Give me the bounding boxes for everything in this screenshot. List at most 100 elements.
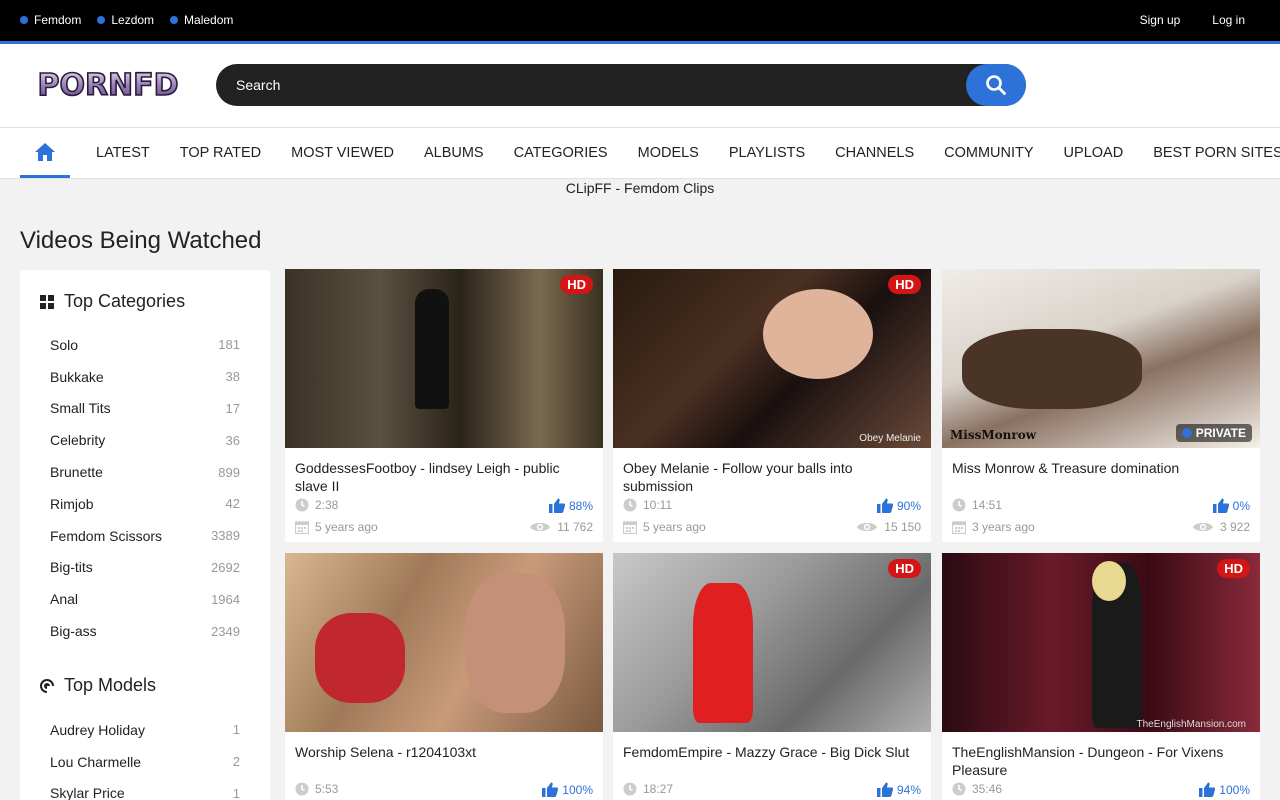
nav-most-viewed[interactable]: MOST VIEWED [276, 145, 409, 161]
video-thumbnail[interactable]: HD Obey Melanie [613, 269, 931, 448]
thumbs-up-icon [548, 498, 565, 513]
video-thumbnail[interactable]: HD TheEnglishMansion.com [942, 553, 1260, 732]
video-title[interactable]: FemdomEmpire - Mazzy Grace - Big Dick Sl… [623, 743, 913, 761]
nav-community[interactable]: COMMUNITY [929, 145, 1048, 161]
category-item[interactable]: Bukkake 38 [50, 361, 240, 393]
category-item[interactable]: Big-ass 2349 [50, 615, 240, 647]
thumbnail-figure [315, 613, 405, 703]
video-duration: 35:46 [952, 782, 1002, 796]
category-count: 181 [218, 337, 240, 353]
thumbs-up-icon [1212, 498, 1229, 513]
model-item[interactable]: Audrey Holiday 1 [50, 714, 240, 746]
video-title[interactable]: GoddessesFootboy - lindsey Leigh - publi… [295, 459, 585, 495]
video-thumbnail[interactable]: HD [613, 553, 931, 732]
login-link[interactable]: Log in [1212, 13, 1245, 27]
clock-icon [623, 498, 637, 512]
category-item[interactable]: Rimjob 42 [50, 488, 240, 520]
video-title[interactable]: TheEnglishMansion - Dungeon - For Vixens… [952, 743, 1242, 779]
category-count: 2692 [211, 559, 240, 575]
eye-icon [1192, 520, 1214, 534]
views-text: 15 150 [884, 520, 921, 534]
site-logo[interactable]: PORNFD [28, 66, 188, 102]
top-categories-heading: Top Categories [40, 291, 185, 312]
video-rating: 88% [548, 498, 593, 513]
video-card[interactable]: MissMonrow PRIVATE Miss Monrow & Treasur… [942, 269, 1260, 542]
nav-channels[interactable]: CHANNELS [820, 145, 929, 161]
age-text: 5 years ago [315, 520, 378, 534]
category-item[interactable]: Anal 1964 [50, 583, 240, 615]
video-title[interactable]: Obey Melanie - Follow your balls into su… [623, 459, 913, 495]
model-name: Skylar Price [50, 785, 125, 800]
duration-text: 10:11 [643, 498, 673, 512]
category-count: 42 [225, 496, 240, 512]
thumbnail-watermark: TheEnglishMansion.com [1136, 719, 1247, 730]
age-text: 5 years ago [643, 520, 706, 534]
video-card[interactable]: HD FemdomEmpire - Mazzy Grace - Big Dick… [613, 553, 931, 800]
video-thumbnail[interactable]: MissMonrow PRIVATE [942, 269, 1260, 448]
category-count: 1964 [211, 591, 240, 607]
dot-icon [97, 16, 106, 24]
video-thumbnail[interactable] [285, 553, 603, 732]
category-name: Brunette [50, 464, 103, 481]
nav-home[interactable] [20, 128, 70, 178]
thumbnail-figure [465, 573, 565, 713]
nav-playlists[interactable]: PLAYLISTS [714, 145, 820, 161]
niche-label: Maledom [184, 13, 234, 27]
clock-icon [295, 498, 309, 512]
video-card[interactable]: HD GoddessesFootboy - lindsey Leigh - pu… [285, 269, 603, 542]
search-input[interactable] [216, 64, 966, 106]
hd-badge: HD [560, 275, 593, 294]
niche-link-femdom[interactable]: Femdom [20, 13, 81, 27]
nav-best-porn-sites[interactable]: BEST PORN SITES [1138, 145, 1280, 161]
niche-label: Femdom [34, 13, 82, 27]
nav-upload[interactable]: UPLOAD [1049, 145, 1139, 161]
video-age: 5 years ago [295, 520, 378, 534]
nav-categories[interactable]: CATEGORIES [499, 145, 623, 161]
category-item[interactable]: Big-tits 2692 [50, 552, 240, 584]
eye-icon [856, 520, 878, 534]
category-item[interactable]: Celebrity 36 [50, 424, 240, 456]
hd-badge: HD [888, 559, 921, 578]
signup-link[interactable]: Sign up [1140, 13, 1181, 27]
thumbnail-figure [1092, 561, 1126, 601]
category-name: Small Tits [50, 400, 111, 417]
thumbnail-figure [415, 289, 449, 409]
nav-top-rated[interactable]: TOP RATED [165, 145, 276, 161]
calendar-icon [952, 520, 966, 534]
thumbs-up-icon [876, 782, 893, 797]
hd-badge: HD [1217, 559, 1250, 578]
nav-latest[interactable]: LATEST [81, 145, 165, 161]
category-item[interactable]: Brunette 899 [50, 456, 240, 488]
nav-models[interactable]: MODELS [623, 145, 714, 161]
category-item[interactable]: Femdom Scissors 3389 [50, 520, 240, 552]
calendar-icon [623, 520, 637, 534]
video-card[interactable]: HD Obey Melanie Obey Melanie - Follow yo… [613, 269, 931, 542]
search-button[interactable] [966, 64, 1026, 106]
banner-link[interactable]: CLipFF - Femdom Clips [0, 180, 1280, 196]
niche-link-lezdom[interactable]: Lezdom [97, 13, 154, 27]
video-card[interactable]: Worship Selena - r1204103xt 5:53 100% [285, 553, 603, 800]
category-item[interactable]: Small Tits 17 [50, 393, 240, 425]
model-count: 1 [232, 722, 240, 738]
duration-text: 5:53 [315, 782, 339, 796]
category-name: Big-tits [50, 559, 93, 576]
model-name: Lou Charmelle [50, 753, 142, 770]
model-item[interactable]: Skylar Price 1 [50, 778, 240, 800]
nav-albums[interactable]: ALBUMS [409, 145, 499, 161]
category-item[interactable]: Solo 181 [50, 329, 240, 361]
duration-text: 14:51 [972, 498, 1003, 512]
video-views: 11 762 [529, 520, 593, 534]
duration-text: 35:46 [972, 782, 1003, 796]
niche-label: Lezdom [111, 13, 155, 27]
niche-link-maledom[interactable]: Maledom [170, 13, 233, 27]
video-card[interactable]: HD TheEnglishMansion.com TheEnglishMansi… [942, 553, 1260, 800]
rating-text: 100% [1219, 782, 1250, 797]
video-title[interactable]: Worship Selena - r1204103xt [295, 743, 585, 761]
model-item[interactable]: Lou Charmelle 2 [50, 746, 240, 778]
lock-icon [1181, 428, 1192, 438]
video-title[interactable]: Miss Monrow & Treasure domination [952, 459, 1242, 477]
video-thumbnail[interactable]: HD [285, 269, 603, 448]
category-count: 38 [225, 369, 240, 385]
thumbnail-watermark: Obey Melanie [859, 433, 921, 444]
logo-text: PORNFD [37, 68, 178, 102]
